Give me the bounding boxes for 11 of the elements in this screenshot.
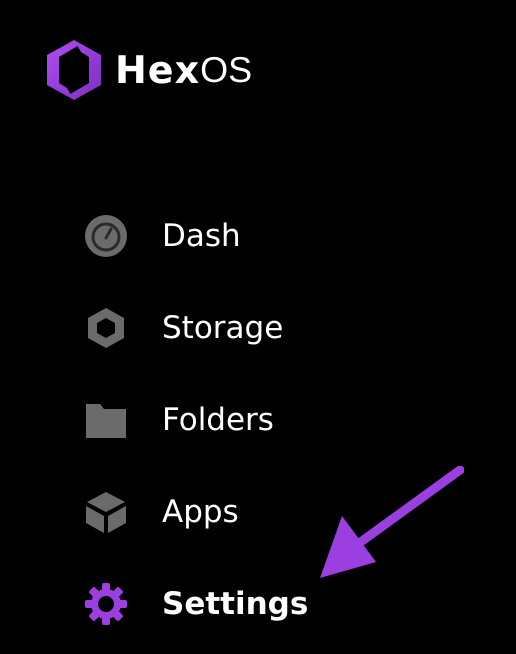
gauge-icon [84,214,128,258]
settings-icon [84,582,128,626]
cube-icon [84,490,128,534]
nav-item[interactable]: Storage [84,306,516,350]
nav-item[interactable]: Dash [84,214,516,258]
nav-item[interactable]: Settings [84,582,516,626]
logo-icon [45,38,103,102]
logo-text: OS [200,49,252,91]
nav-item[interactable]: Folders [84,398,516,442]
logo-text: Hex [115,48,200,92]
nav-item[interactable]: Apps [84,490,516,534]
